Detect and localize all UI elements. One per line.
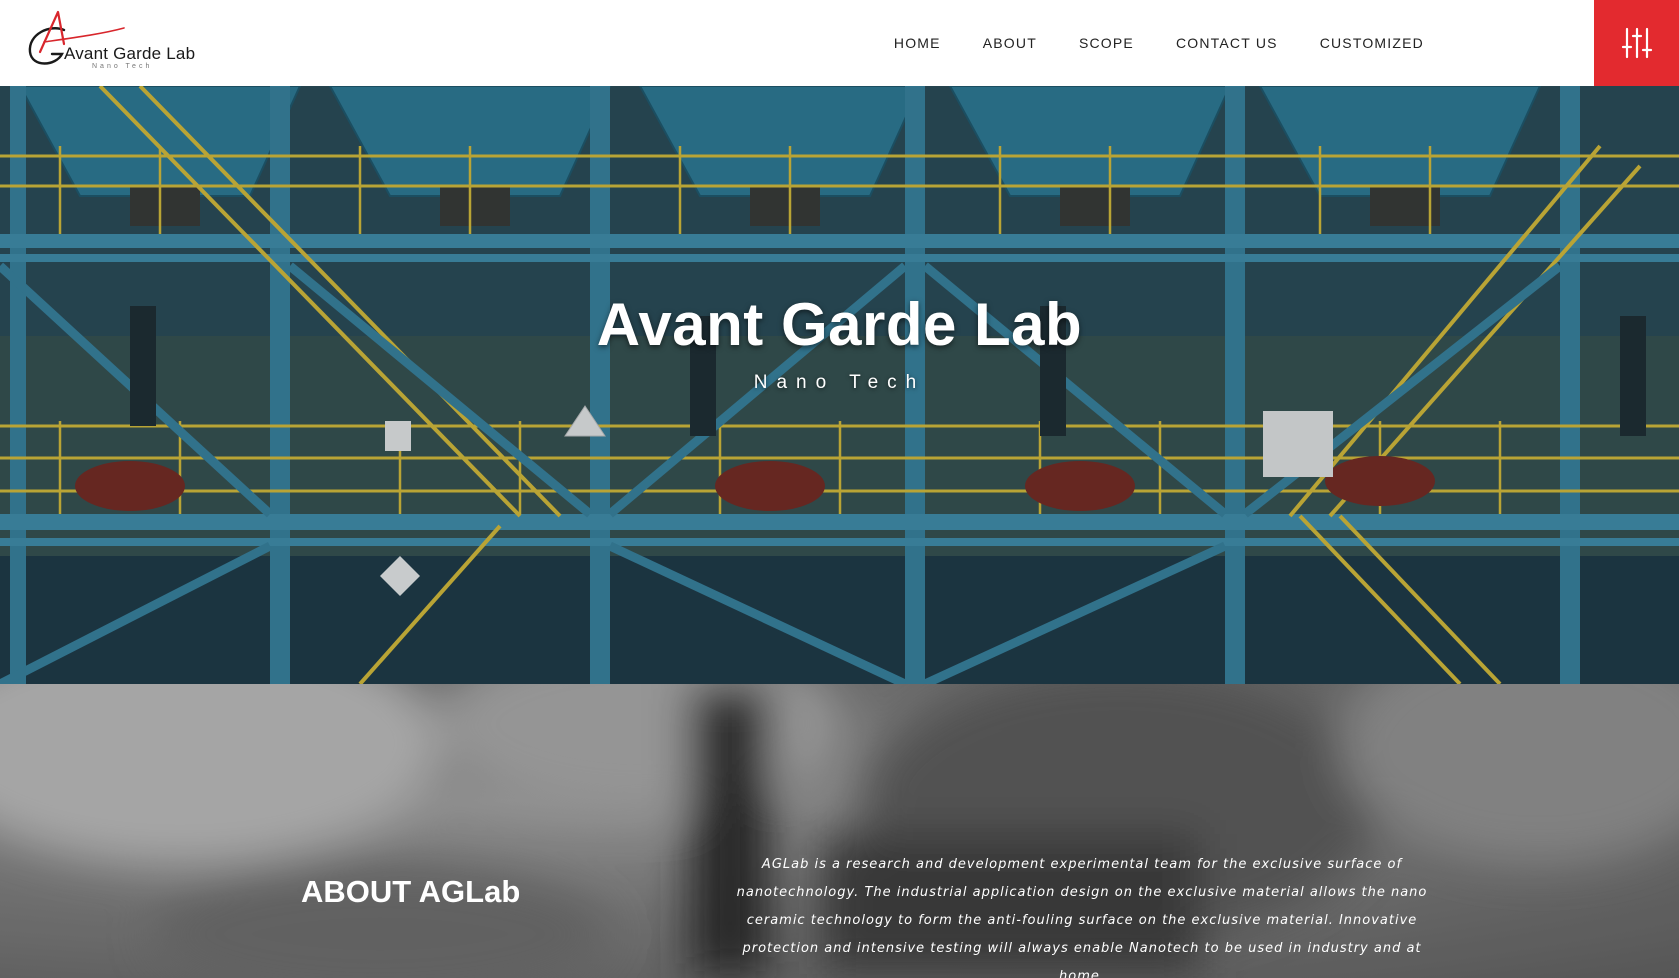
nav-item-scope[interactable]: SCOPE (1079, 35, 1134, 51)
nav-item-about[interactable]: ABOUT (983, 35, 1037, 51)
logo-tagline: Nano Tech (92, 63, 153, 70)
site-logo[interactable]: Avant Garde Lab Nano Tech (22, 8, 222, 78)
main-nav: HOME ABOUT SCOPE CONTACT US CUSTOMIZED (852, 0, 1424, 86)
about-title: ABOUT AGLab (301, 874, 521, 909)
hero-subtitle: Nano Tech (753, 372, 926, 393)
nav-item-home[interactable]: HOME (894, 35, 941, 51)
logo-name: Avant Garde Lab (64, 44, 196, 63)
about-section: ABOUT AGLab AGLab is a research and deve… (0, 684, 1679, 978)
menu-button[interactable] (1594, 0, 1679, 86)
about-description: AGLab is a research and development expe… (736, 857, 1428, 978)
nav-item-customized[interactable]: CUSTOMIZED (1320, 35, 1424, 51)
hero-title: Avant Garde Lab (596, 291, 1083, 358)
nav-item-contact-us[interactable]: CONTACT US (1176, 35, 1278, 51)
hero-section: Avant Garde Lab Nano Tech (0, 86, 1679, 684)
sliders-icon (1621, 27, 1652, 59)
site-header: Avant Garde Lab Nano Tech HOME ABOUT SCO… (0, 0, 1679, 86)
